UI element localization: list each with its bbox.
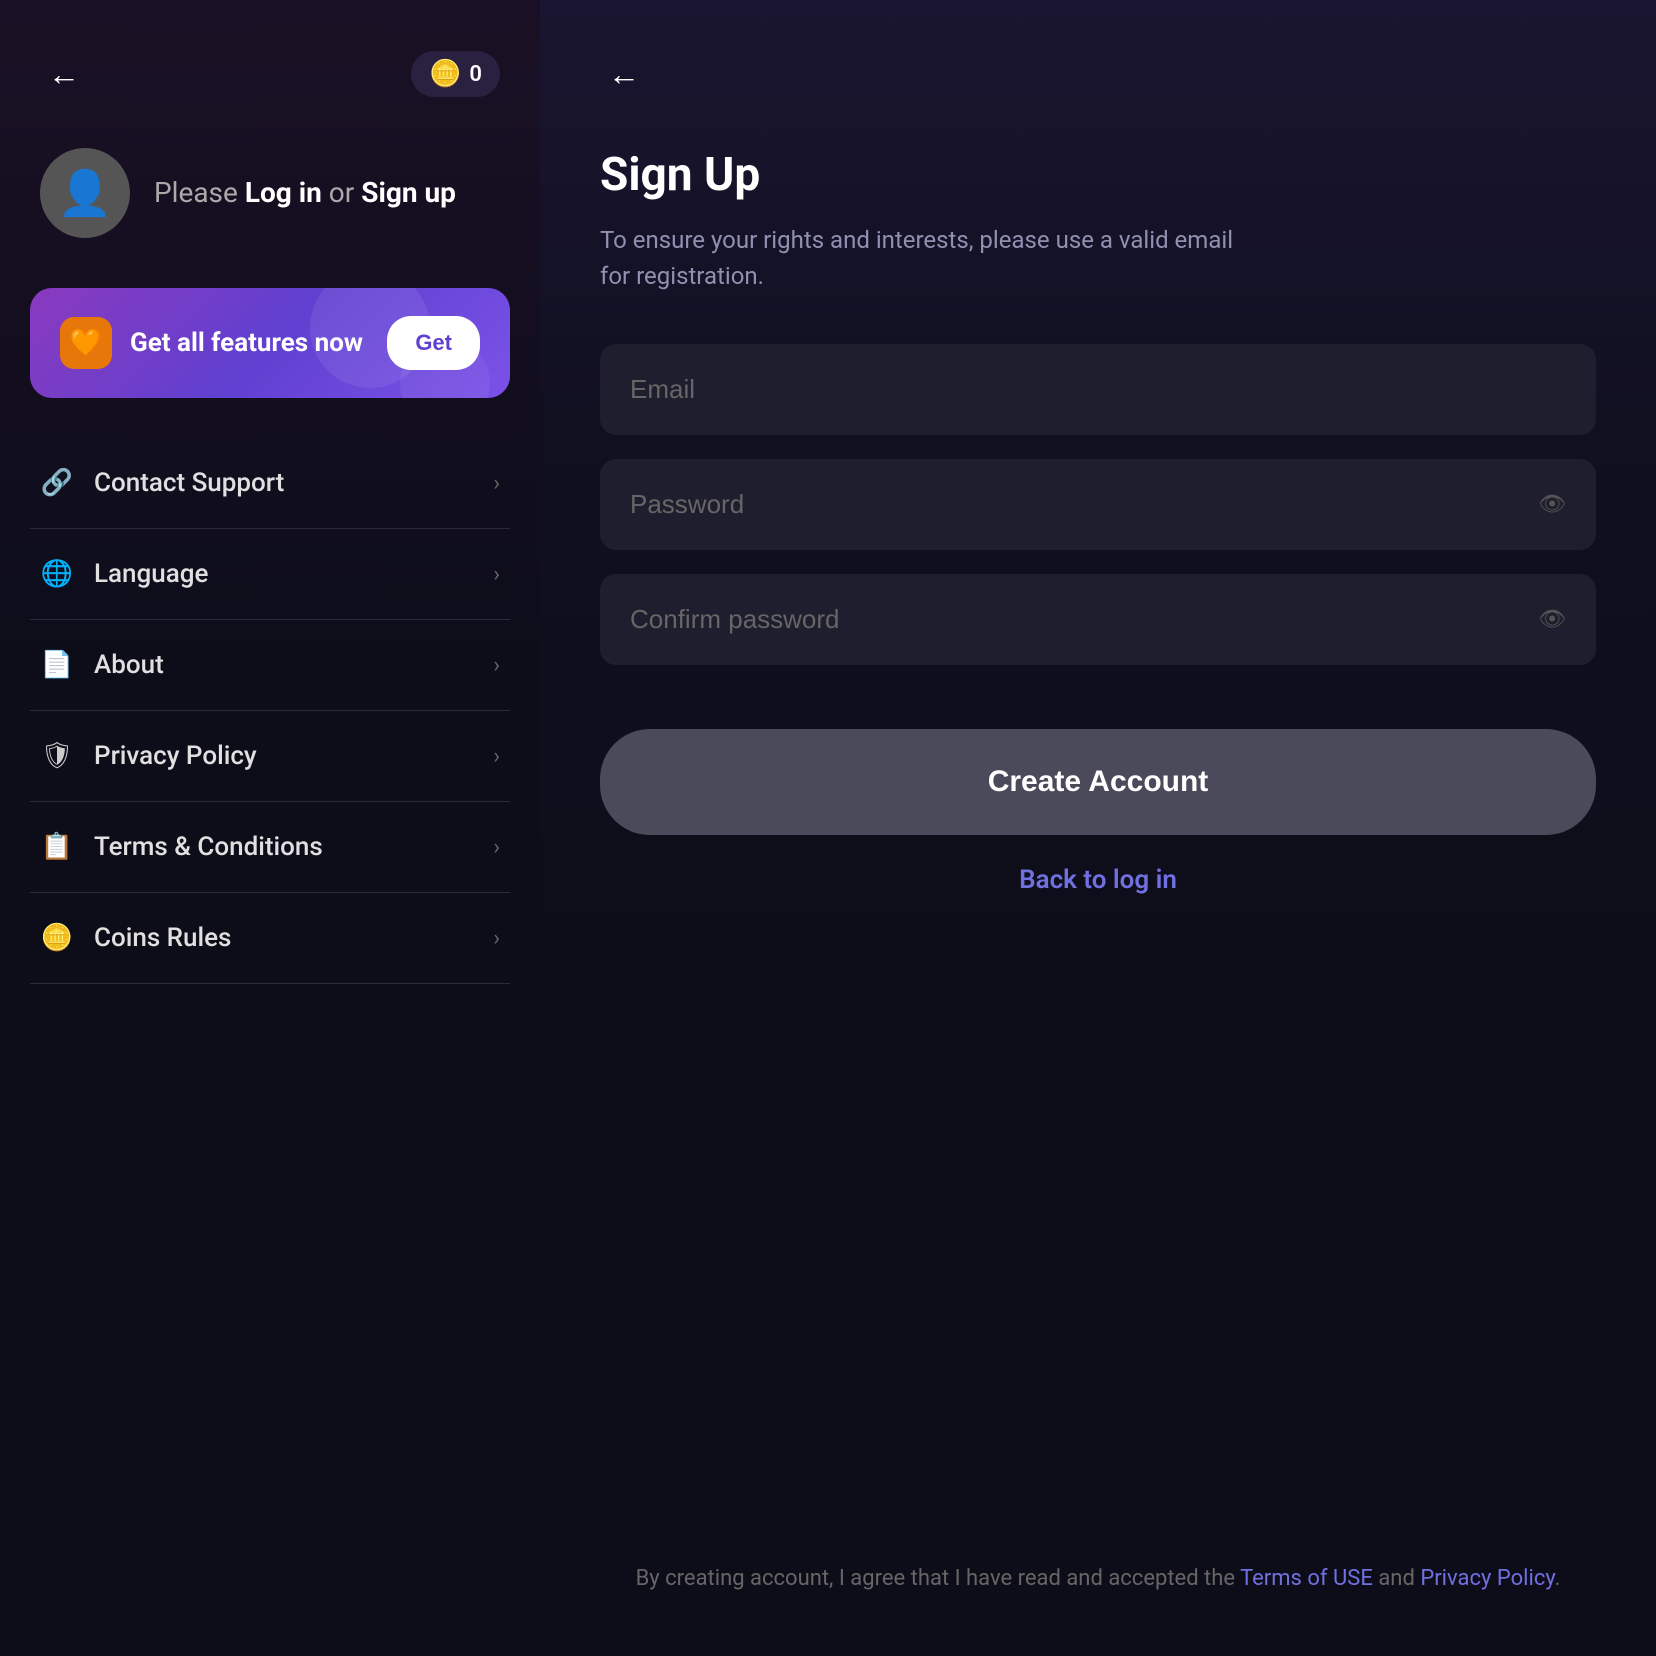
contact-support-icon: 🔗	[40, 468, 74, 498]
sign-up-title: Sign Up	[600, 148, 1596, 202]
menu-item-left: 🪙 Coins Rules	[40, 923, 231, 953]
confirm-password-input[interactable]	[630, 604, 1538, 635]
right-panel: ← Sign Up To ensure your rights and inte…	[540, 0, 1656, 1656]
menu-list: 🔗 Contact Support › 🌐 Language › 📄 About…	[0, 438, 540, 984]
language-label: Language	[94, 559, 208, 589]
chevron-right-icon: ›	[493, 744, 500, 769]
language-icon: 🌐	[40, 559, 74, 589]
terms-of-use-link[interactable]: Terms of USE	[1240, 1566, 1373, 1591]
password-field-container: 👁	[600, 459, 1596, 550]
banner-text: Get all features now	[130, 328, 363, 358]
please-label: Please	[154, 176, 238, 209]
email-field-container	[600, 344, 1596, 435]
menu-item-left: 🔗 Contact Support	[40, 468, 284, 498]
confirm-password-field-container: 👁	[600, 574, 1596, 665]
menu-item-privacy-policy[interactable]: 🛡 Privacy Policy ›	[30, 711, 510, 802]
or-label: or	[329, 176, 354, 209]
bottom-terms: By creating account, I agree that I have…	[600, 1561, 1596, 1596]
privacy-policy-link[interactable]: Privacy Policy	[1420, 1566, 1554, 1591]
menu-item-left: 🛡 Privacy Policy	[40, 741, 257, 771]
heart-icon: 🧡	[70, 328, 102, 358]
coin-icon: 🪙	[429, 59, 461, 89]
right-back-button[interactable]: ←	[600, 50, 648, 98]
menu-item-left: 📋 Terms & Conditions	[40, 832, 323, 862]
privacy-policy-label: Privacy Policy	[94, 741, 257, 771]
privacy-policy-icon: 🛡	[40, 741, 74, 771]
menu-item-left: 📄 About	[40, 650, 164, 680]
email-input[interactable]	[630, 374, 1566, 405]
heart-icon-container: 🧡	[60, 317, 112, 369]
chevron-right-icon: ›	[493, 471, 500, 496]
sign-up-subtitle: To ensure your rights and interests, ple…	[600, 222, 1240, 294]
login-label[interactable]: Log in	[245, 176, 322, 209]
password-input[interactable]	[630, 489, 1538, 520]
about-label: About	[94, 650, 164, 680]
contact-support-label: Contact Support	[94, 468, 284, 498]
terms-conditions-label: Terms & Conditions	[94, 832, 323, 862]
left-back-button[interactable]: ←	[40, 50, 88, 98]
coins-count: 0	[469, 62, 482, 87]
create-account-button[interactable]: Create Account	[600, 729, 1596, 835]
coins-badge: 🪙 0	[411, 51, 500, 97]
chevron-right-icon: ›	[493, 562, 500, 587]
avatar: 👤	[40, 148, 130, 238]
chevron-right-icon: ›	[493, 835, 500, 860]
chevron-right-icon: ›	[493, 653, 500, 678]
premium-banner[interactable]: 🧡 Get all features now Get	[30, 288, 510, 398]
user-section: 👤 Please Log in or Sign up	[0, 128, 540, 278]
get-premium-button[interactable]: Get	[387, 316, 480, 370]
menu-item-coins-rules[interactable]: 🪙 Coins Rules ›	[30, 893, 510, 984]
password-toggle-icon[interactable]: 👁	[1538, 492, 1566, 517]
right-top-bar: ←	[600, 50, 1596, 98]
about-icon: 📄	[40, 650, 74, 680]
right-back-arrow-icon: ←	[608, 55, 640, 93]
period: .	[1555, 1566, 1561, 1591]
coins-rules-icon: 🪙	[40, 923, 74, 953]
back-to-login-link[interactable]: Back to log in	[600, 865, 1596, 895]
menu-item-about[interactable]: 📄 About ›	[30, 620, 510, 711]
chevron-right-icon: ›	[493, 926, 500, 951]
left-panel: ← 🪙 0 👤 Please Log in or Sign up 🧡 Get a…	[0, 0, 540, 1656]
bottom-prefix-text: By creating account, I agree that I have…	[636, 1566, 1235, 1591]
left-back-arrow-icon: ←	[48, 55, 80, 93]
menu-item-left: 🌐 Language	[40, 559, 208, 589]
signup-label[interactable]: Sign up	[361, 176, 456, 209]
coins-rules-label: Coins Rules	[94, 923, 231, 953]
left-top-bar: ← 🪙 0	[0, 0, 540, 128]
menu-item-language[interactable]: 🌐 Language ›	[30, 529, 510, 620]
banner-left: 🧡 Get all features now	[60, 317, 363, 369]
menu-item-terms-conditions[interactable]: 📋 Terms & Conditions ›	[30, 802, 510, 893]
and-text: and	[1378, 1566, 1415, 1591]
confirm-password-toggle-icon[interactable]: 👁	[1538, 607, 1566, 632]
login-prompt-text: Please Log in or Sign up	[154, 173, 456, 212]
menu-item-contact-support[interactable]: 🔗 Contact Support ›	[30, 438, 510, 529]
terms-conditions-icon: 📋	[40, 832, 74, 862]
avatar-icon: 👤	[58, 167, 113, 219]
